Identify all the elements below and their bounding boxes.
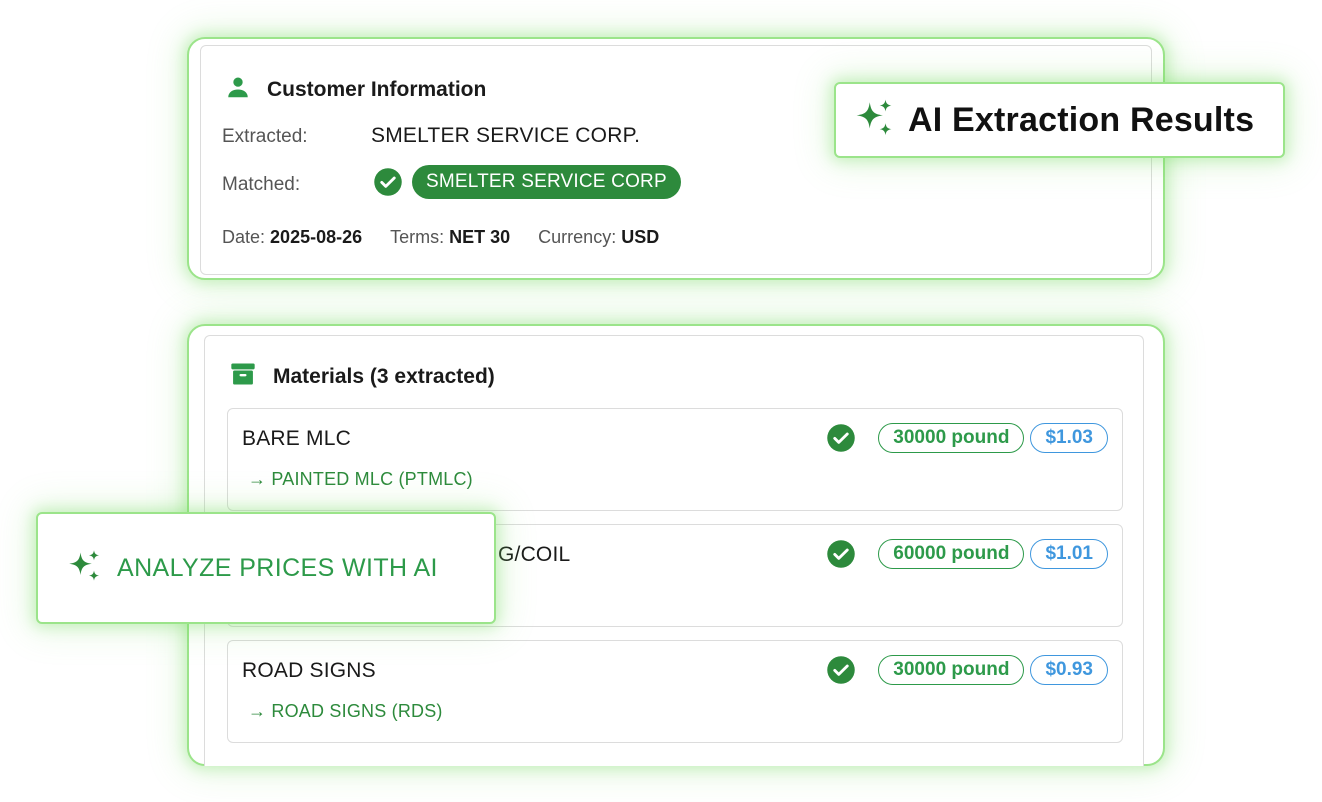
ai-extraction-results-badge: AI Extraction Results (834, 82, 1285, 158)
material-name: BARE MLC (242, 427, 351, 450)
date-value: 2025-08-26 (270, 227, 363, 247)
material-item[interactable]: BARE MLC → PAINTED MLC (PTMLC) 30000 pou… (227, 408, 1123, 511)
customer-info-panel: Customer Information Extracted: SMELTER … (200, 45, 1152, 275)
currency-label: Currency: (538, 227, 617, 247)
person-icon (225, 74, 251, 106)
check-circle-icon (826, 539, 856, 569)
customer-info-header: Customer Information (225, 74, 486, 106)
material-name: ROAD SIGNS (242, 659, 376, 682)
material-match: → ROAD SIGNS (RDS) (248, 701, 443, 721)
material-match: → PAINTED MLC (PTMLC) (248, 469, 473, 489)
matched-label: Matched: (222, 174, 301, 195)
sparkle-icon (67, 548, 103, 589)
terms-field: Terms: NET 30 (390, 227, 510, 248)
price-badge: $0.93 (1030, 655, 1108, 685)
ai-extraction-results-label: AI Extraction Results (908, 100, 1255, 139)
terms-label: Terms: (390, 227, 445, 247)
currency-value: USD (621, 227, 660, 247)
archive-icon (229, 360, 257, 394)
quantity-badge: 30000 pound (878, 655, 1025, 685)
invoice-meta: Date: 2025-08-26 Terms: NET 30 Currency:… (222, 227, 659, 248)
customer-info-title: Customer Information (267, 78, 487, 101)
terms-value: NET 30 (449, 227, 511, 247)
matched-customer: SMELTER SERVICE CORP (373, 165, 681, 199)
quantity-badge: 30000 pound (878, 423, 1025, 453)
price-badge: $1.01 (1030, 539, 1108, 569)
sparkle-icon (854, 97, 896, 144)
date-label: Date: (222, 227, 266, 247)
analyze-prices-label: ANALYZE PRICES WITH AI (117, 553, 438, 582)
quantity-badge: 60000 pound (878, 539, 1025, 569)
check-circle-icon (826, 423, 856, 453)
check-circle-icon (826, 655, 856, 685)
price-badge: $1.03 (1030, 423, 1108, 453)
currency-field: Currency: USD (538, 227, 659, 248)
check-circle-icon (373, 167, 403, 197)
material-badges: 60000 pound $1.01 (826, 539, 1108, 569)
matched-customer-badge: SMELTER SERVICE CORP (412, 165, 681, 199)
material-item[interactable]: ROAD SIGNS → ROAD SIGNS (RDS) 30000 poun… (227, 640, 1123, 743)
customer-info-card: Customer Information Extracted: SMELTER … (187, 37, 1165, 280)
materials-title: Materials (3 extracted) (273, 365, 495, 388)
extracted-label: Extracted: (222, 126, 308, 147)
extracted-value: SMELTER SERVICE CORP. (371, 124, 641, 147)
materials-header: Materials (3 extracted) (229, 360, 495, 394)
material-badges: 30000 pound $1.03 (826, 423, 1108, 453)
material-name: G/COIL (498, 543, 571, 566)
date-field: Date: 2025-08-26 (222, 227, 362, 248)
material-badges: 30000 pound $0.93 (826, 655, 1108, 685)
analyze-prices-button[interactable]: ANALYZE PRICES WITH AI (36, 512, 496, 624)
